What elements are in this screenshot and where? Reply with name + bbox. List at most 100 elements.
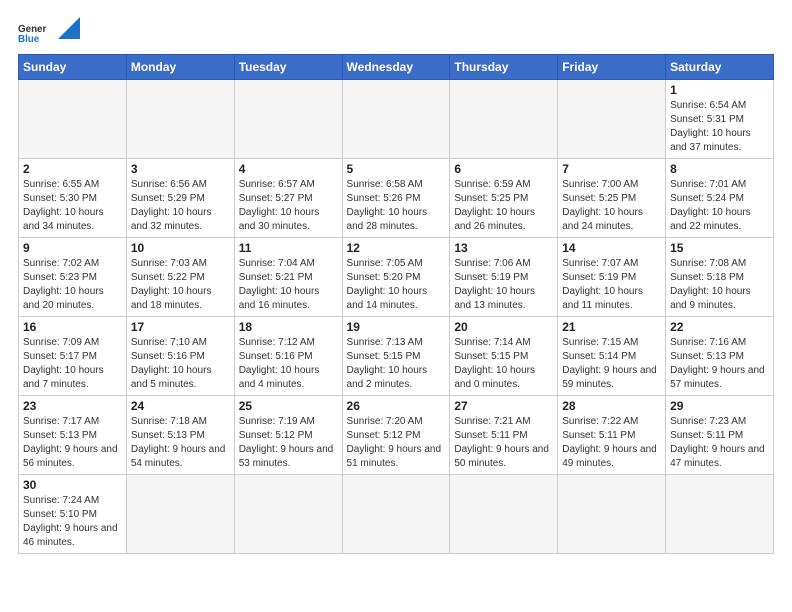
weekday-wednesday: Wednesday [342, 55, 450, 80]
day-number: 13 [454, 241, 553, 255]
calendar-cell: 17Sunrise: 7:10 AM Sunset: 5:16 PM Dayli… [126, 317, 234, 396]
day-info: Sunrise: 7:08 AM Sunset: 5:18 PM Dayligh… [670, 257, 769, 313]
day-info: Sunrise: 7:00 AM Sunset: 5:25 PM Dayligh… [562, 178, 661, 234]
day-info: Sunrise: 7:01 AM Sunset: 5:24 PM Dayligh… [670, 178, 769, 234]
day-info: Sunrise: 7:22 AM Sunset: 5:11 PM Dayligh… [562, 415, 661, 471]
week-row-4: 23Sunrise: 7:17 AM Sunset: 5:13 PM Dayli… [19, 396, 774, 475]
logo-icon: General Blue [18, 18, 46, 46]
logo-triangle-icon [58, 17, 80, 39]
calendar-cell [450, 475, 558, 554]
day-info: Sunrise: 7:20 AM Sunset: 5:12 PM Dayligh… [347, 415, 446, 471]
day-info: Sunrise: 7:04 AM Sunset: 5:21 PM Dayligh… [239, 257, 338, 313]
day-info: Sunrise: 7:12 AM Sunset: 5:16 PM Dayligh… [239, 336, 338, 392]
logo: General Blue [18, 18, 80, 46]
calendar-cell [558, 80, 666, 159]
day-number: 14 [562, 241, 661, 255]
day-number: 3 [131, 162, 230, 176]
calendar-cell: 26 Sunrise: 7:20 AM Sunset: 5:12 PM Dayli… [342, 396, 450, 475]
day-number: 16 [23, 320, 122, 334]
calendar-cell: 19Sunrise: 7:13 AM Sunset: 5:15 PM Dayli… [342, 317, 450, 396]
calendar-cell: 7Sunrise: 7:00 AM Sunset: 5:25 PM Daylig… [558, 159, 666, 238]
day-info: Sunrise: 7:23 AM Sunset: 5:11 PM Dayligh… [670, 415, 769, 471]
day-number: 11 [239, 241, 338, 255]
day-number: 29 [670, 399, 769, 413]
weekday-monday: Monday [126, 55, 234, 80]
day-number: 27 [454, 399, 553, 413]
day-info: Sunrise: 6:56 AM Sunset: 5:29 PM Dayligh… [131, 178, 230, 234]
day-info: Sunrise: 7:02 AM Sunset: 5:23 PM Dayligh… [23, 257, 122, 313]
calendar-cell: 28 Sunrise: 7:22 AM Sunset: 5:11 PM Dayli… [558, 396, 666, 475]
calendar-cell: 10 Sunrise: 7:03 AM Sunset: 5:22 PM Dayli… [126, 238, 234, 317]
day-number: 24 [131, 399, 230, 413]
day-number: 19 [347, 320, 446, 334]
day-info: Sunrise: 7:21 AM Sunset: 5:11 PM Dayligh… [454, 415, 553, 471]
day-info: Sunrise: 6:54 AM Sunset: 5:31 PM Dayligh… [670, 99, 769, 155]
calendar-cell: 25 Sunrise: 7:19 AM Sunset: 5:12 PM Dayli… [234, 396, 342, 475]
calendar-table: SundayMondayTuesdayWednesdayThursdayFrid… [18, 54, 774, 554]
day-number: 28 [562, 399, 661, 413]
calendar-cell: 22Sunrise: 7:16 AM Sunset: 5:13 PM Dayli… [666, 317, 774, 396]
page: General Blue SundayMondayTuesdayWednesda… [0, 0, 792, 612]
day-info: Sunrise: 7:07 AM Sunset: 5:19 PM Dayligh… [562, 257, 661, 313]
day-number: 18 [239, 320, 338, 334]
calendar-cell: 1Sunrise: 6:54 AM Sunset: 5:31 PM Daylig… [666, 80, 774, 159]
calendar-cell: 15 Sunrise: 7:08 AM Sunset: 5:18 PM Dayli… [666, 238, 774, 317]
day-info: Sunrise: 7:17 AM Sunset: 5:13 PM Dayligh… [23, 415, 122, 471]
day-info: Sunrise: 7:14 AM Sunset: 5:15 PM Dayligh… [454, 336, 553, 392]
day-number: 20 [454, 320, 553, 334]
day-info: Sunrise: 7:10 AM Sunset: 5:16 PM Dayligh… [131, 336, 230, 392]
calendar-cell: 16 Sunrise: 7:09 AM Sunset: 5:17 PM Dayli… [19, 317, 127, 396]
calendar-cell [234, 475, 342, 554]
weekday-header-row: SundayMondayTuesdayWednesdayThursdayFrid… [19, 55, 774, 80]
calendar-cell: 6Sunrise: 6:59 AM Sunset: 5:25 PM Daylig… [450, 159, 558, 238]
day-number: 21 [562, 320, 661, 334]
day-info: Sunrise: 7:09 AM Sunset: 5:17 PM Dayligh… [23, 336, 122, 392]
calendar-cell: 12Sunrise: 7:05 AM Sunset: 5:20 PM Dayli… [342, 238, 450, 317]
day-info: Sunrise: 7:19 AM Sunset: 5:12 PM Dayligh… [239, 415, 338, 471]
calendar-cell: 14 Sunrise: 7:07 AM Sunset: 5:19 PM Dayli… [558, 238, 666, 317]
calendar-cell: 11 Sunrise: 7:04 AM Sunset: 5:21 PM Dayli… [234, 238, 342, 317]
calendar-cell: 27 Sunrise: 7:21 AM Sunset: 5:11 PM Dayli… [450, 396, 558, 475]
day-number: 5 [347, 162, 446, 176]
calendar-cell: 2Sunrise: 6:55 AM Sunset: 5:30 PM Daylig… [19, 159, 127, 238]
day-info: Sunrise: 7:03 AM Sunset: 5:22 PM Dayligh… [131, 257, 230, 313]
calendar-cell: 5 Sunrise: 6:58 AM Sunset: 5:26 PM Daylig… [342, 159, 450, 238]
weekday-sunday: Sunday [19, 55, 127, 80]
week-row-2: 9 Sunrise: 7:02 AM Sunset: 5:23 PM Daylig… [19, 238, 774, 317]
day-number: 6 [454, 162, 553, 176]
day-number: 4 [239, 162, 338, 176]
day-info: Sunrise: 7:06 AM Sunset: 5:19 PM Dayligh… [454, 257, 553, 313]
calendar-cell: 18 Sunrise: 7:12 AM Sunset: 5:16 PM Dayli… [234, 317, 342, 396]
header: General Blue [18, 18, 774, 46]
calendar-cell: 24 Sunrise: 7:18 AM Sunset: 5:13 PM Dayli… [126, 396, 234, 475]
calendar-cell: 3 Sunrise: 6:56 AM Sunset: 5:29 PM Daylig… [126, 159, 234, 238]
calendar-cell [126, 475, 234, 554]
calendar-cell [450, 80, 558, 159]
calendar-cell: 30Sunrise: 7:24 AM Sunset: 5:10 PM Dayli… [19, 475, 127, 554]
calendar-cell [19, 80, 127, 159]
day-info: Sunrise: 6:55 AM Sunset: 5:30 PM Dayligh… [23, 178, 122, 234]
week-row-1: 2Sunrise: 6:55 AM Sunset: 5:30 PM Daylig… [19, 159, 774, 238]
day-number: 10 [131, 241, 230, 255]
calendar-cell: 21Sunrise: 7:15 AM Sunset: 5:14 PM Dayli… [558, 317, 666, 396]
day-number: 26 [347, 399, 446, 413]
day-info: Sunrise: 7:05 AM Sunset: 5:20 PM Dayligh… [347, 257, 446, 313]
day-number: 25 [239, 399, 338, 413]
day-number: 15 [670, 241, 769, 255]
calendar-cell: 20 Sunrise: 7:14 AM Sunset: 5:15 PM Dayli… [450, 317, 558, 396]
calendar-cell [342, 80, 450, 159]
weekday-thursday: Thursday [450, 55, 558, 80]
day-info: Sunrise: 7:24 AM Sunset: 5:10 PM Dayligh… [23, 494, 122, 550]
day-info: Sunrise: 6:58 AM Sunset: 5:26 PM Dayligh… [347, 178, 446, 234]
calendar-cell [342, 475, 450, 554]
calendar-cell: 13 Sunrise: 7:06 AM Sunset: 5:19 PM Dayli… [450, 238, 558, 317]
weekday-tuesday: Tuesday [234, 55, 342, 80]
week-row-3: 16 Sunrise: 7:09 AM Sunset: 5:17 PM Dayli… [19, 317, 774, 396]
week-row-0: 1Sunrise: 6:54 AM Sunset: 5:31 PM Daylig… [19, 80, 774, 159]
calendar-cell: 9 Sunrise: 7:02 AM Sunset: 5:23 PM Daylig… [19, 238, 127, 317]
calendar-cell [234, 80, 342, 159]
day-number: 9 [23, 241, 122, 255]
day-info: Sunrise: 6:57 AM Sunset: 5:27 PM Dayligh… [239, 178, 338, 234]
day-info: Sunrise: 7:18 AM Sunset: 5:13 PM Dayligh… [131, 415, 230, 471]
calendar-cell [666, 475, 774, 554]
